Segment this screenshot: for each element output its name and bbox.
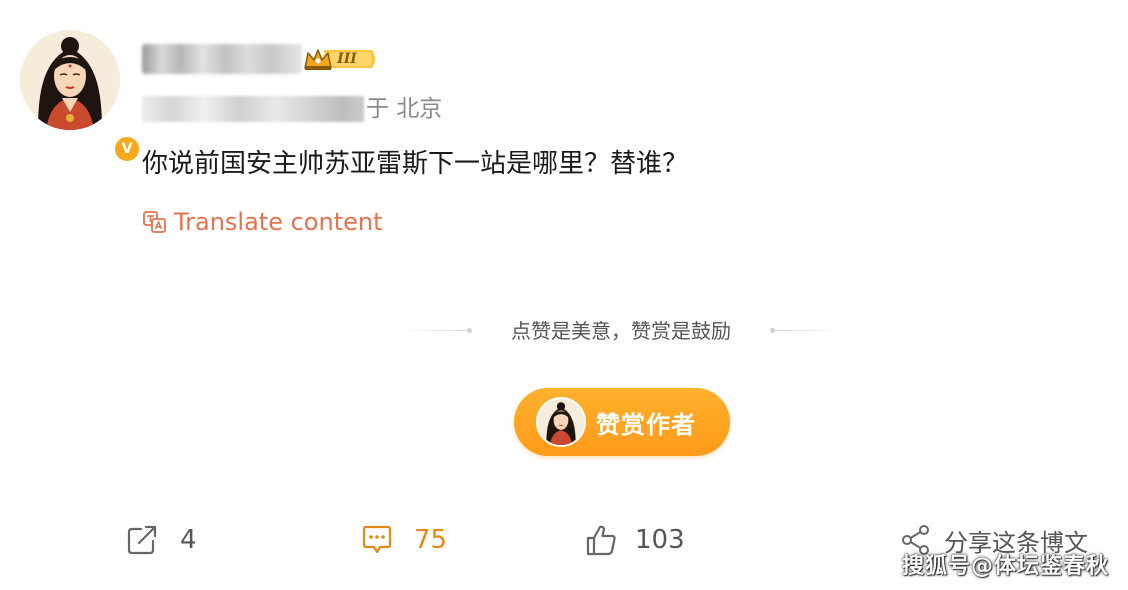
source-watermark: 搜狐号@体坛鉴春秋 xyxy=(902,554,1110,579)
thumbs-up-icon xyxy=(586,525,616,556)
avatar[interactable] xyxy=(20,30,120,130)
weibo-post-card: V III 于 北京 你说前国安主帅苏亚雷斯下一站是哪里？替谁？ Transla… xyxy=(0,0,1128,590)
divider-right xyxy=(775,330,837,331)
reward-button-label[interactable]: 赞赏作者 xyxy=(596,405,696,440)
comment-count: 75 xyxy=(414,525,448,555)
post-time-blurred xyxy=(142,96,364,122)
vip-level-text: III xyxy=(337,51,357,67)
repost-count: 4 xyxy=(180,525,197,555)
woman-portrait-avatar-small xyxy=(538,399,584,445)
divider-left xyxy=(405,330,467,331)
username-blurred[interactable] xyxy=(142,44,302,74)
divider-dot-left xyxy=(467,328,472,333)
reward-author-button[interactable]: 赞赏作者 xyxy=(514,388,730,456)
like-button[interactable]: 103 xyxy=(585,520,685,560)
like-count: 103 xyxy=(635,525,685,555)
verified-badge-icon: V xyxy=(112,134,142,164)
translate-link[interactable]: Translate content xyxy=(142,206,383,238)
post-location: 于 北京 xyxy=(366,96,443,122)
reward-tagline: 点赞是美意，赞赏是鼓励 xyxy=(511,319,731,343)
repost-button[interactable]: 4 xyxy=(126,520,197,560)
comment-icon xyxy=(362,525,392,554)
author-avatar-wrap[interactable]: V xyxy=(20,30,142,164)
translate-icon xyxy=(143,211,166,233)
woman-portrait-avatar-image xyxy=(20,30,120,130)
post-content: 你说前国安主帅苏亚雷斯下一站是哪里？替谁？ xyxy=(142,149,689,179)
translate-label[interactable]: Translate content xyxy=(174,208,383,236)
comment-button[interactable]: 75 xyxy=(360,520,447,560)
repost-icon xyxy=(127,525,157,555)
reward-avatar xyxy=(536,397,586,447)
